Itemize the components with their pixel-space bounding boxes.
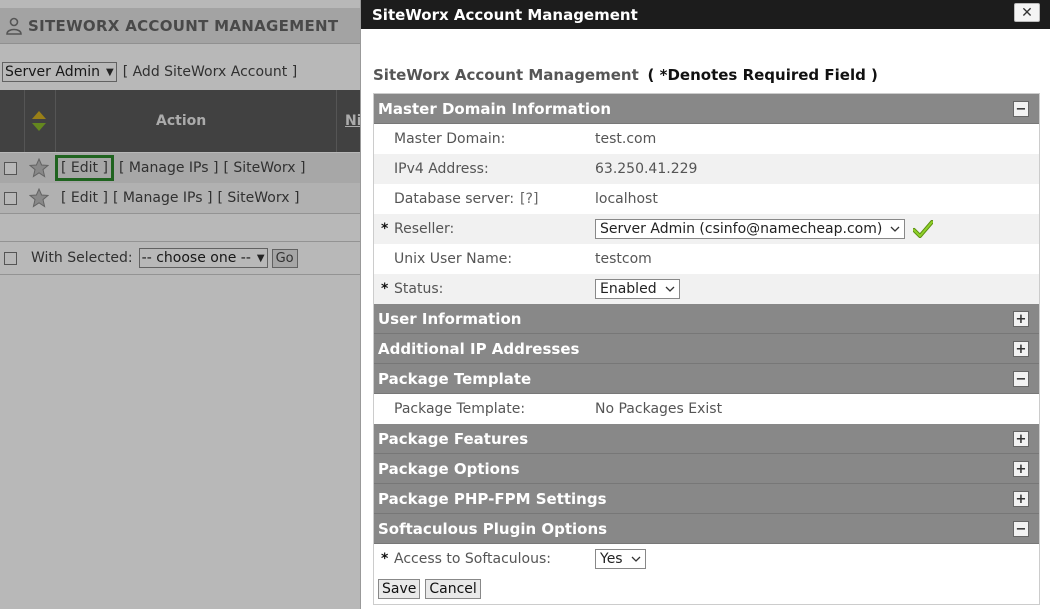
form-actions: Save Cancel bbox=[374, 574, 1039, 605]
section-title: User Information bbox=[378, 309, 522, 328]
status-row: * Status: Enabled bbox=[374, 274, 1039, 304]
save-button[interactable]: Save bbox=[378, 579, 421, 599]
database-server-label: Database server: bbox=[394, 191, 515, 207]
section-title: Package Features bbox=[378, 429, 529, 448]
unix-user-row: Unix User Name: testcom bbox=[374, 244, 1039, 274]
database-server-label-wrap: Database server: [?] bbox=[394, 191, 538, 207]
reseller-row: * Reseller: Server Admin (csinfo@nameche… bbox=[374, 214, 1039, 244]
collapse-icon[interactable]: − bbox=[1013, 521, 1029, 537]
reseller-select[interactable]: Server Admin (csinfo@namecheap.com) bbox=[595, 219, 906, 239]
database-server-value: localhost bbox=[595, 191, 658, 207]
status-select-value: Enabled bbox=[600, 281, 657, 297]
modal-titlebar: SiteWorx Account Management ✕ bbox=[361, 0, 1050, 29]
required-mark: * bbox=[381, 281, 389, 297]
account-form: Master Domain Information − Master Domai… bbox=[373, 93, 1040, 605]
softaculous-access-value: Yes bbox=[600, 551, 623, 567]
section-package-features[interactable]: Package Features + bbox=[374, 424, 1039, 454]
status-select[interactable]: Enabled bbox=[595, 279, 680, 299]
form-title: SiteWorx Account Management ( *Denotes R… bbox=[373, 66, 878, 84]
status-label: Status: bbox=[394, 281, 444, 297]
chevron-down-icon bbox=[890, 226, 900, 232]
required-note: ( *Denotes Required Field ) bbox=[647, 66, 878, 84]
section-title: Softaculous Plugin Options bbox=[378, 519, 608, 538]
section-additional-ip-addresses[interactable]: Additional IP Addresses + bbox=[374, 334, 1039, 364]
close-icon: ✕ bbox=[1021, 4, 1033, 21]
reseller-field: Server Admin (csinfo@namecheap.com) bbox=[595, 219, 934, 239]
unix-user-label: Unix User Name: bbox=[394, 251, 513, 267]
collapse-icon[interactable]: − bbox=[1013, 371, 1029, 387]
ipv4-label: IPv4 Address: bbox=[394, 161, 489, 177]
expand-icon[interactable]: + bbox=[1013, 431, 1029, 447]
expand-icon[interactable]: + bbox=[1013, 341, 1029, 357]
section-title: Package PHP-FPM Settings bbox=[378, 489, 607, 508]
close-button[interactable]: ✕ bbox=[1014, 3, 1040, 22]
chevron-down-icon bbox=[631, 556, 641, 562]
database-server-row: Database server: [?] localhost bbox=[374, 184, 1039, 214]
cancel-button[interactable]: Cancel bbox=[425, 579, 481, 599]
softaculous-access-select[interactable]: Yes bbox=[595, 549, 646, 569]
expand-icon[interactable]: + bbox=[1013, 461, 1029, 477]
section-title: Additional IP Addresses bbox=[378, 339, 580, 358]
reseller-select-value: Server Admin (csinfo@namecheap.com) bbox=[600, 221, 883, 237]
section-package-options[interactable]: Package Options + bbox=[374, 454, 1039, 484]
help-link[interactable]: [?] bbox=[520, 191, 538, 207]
section-package-template[interactable]: Package Template − bbox=[374, 364, 1039, 394]
section-title: Master Domain Information bbox=[378, 99, 612, 118]
softaculous-access-label: Access to Softaculous: bbox=[394, 551, 551, 567]
section-master-domain[interactable]: Master Domain Information − bbox=[374, 94, 1039, 124]
expand-icon[interactable]: + bbox=[1013, 311, 1029, 327]
collapse-icon[interactable]: − bbox=[1013, 101, 1029, 117]
expand-icon[interactable]: + bbox=[1013, 491, 1029, 507]
ipv4-value: 63.250.41.229 bbox=[595, 161, 698, 177]
ipv4-row: IPv4 Address: 63.250.41.229 bbox=[374, 154, 1039, 184]
softaculous-access-row: * Access to Softaculous: Yes bbox=[374, 544, 1039, 574]
section-php-fpm-settings[interactable]: Package PHP-FPM Settings + bbox=[374, 484, 1039, 514]
form-title-text: SiteWorx Account Management bbox=[373, 66, 639, 84]
section-title: Package Options bbox=[378, 459, 520, 478]
package-template-label: Package Template: bbox=[394, 401, 526, 417]
softaculous-access-field: Yes bbox=[595, 549, 646, 569]
master-domain-row: Master Domain: test.com bbox=[374, 124, 1039, 154]
unix-user-value: testcom bbox=[595, 251, 652, 267]
master-domain-value: test.com bbox=[595, 131, 657, 147]
section-user-information[interactable]: User Information + bbox=[374, 304, 1039, 334]
section-softaculous-options[interactable]: Softaculous Plugin Options − bbox=[374, 514, 1039, 544]
reseller-label: Reseller: bbox=[394, 221, 455, 237]
section-title: Package Template bbox=[378, 369, 532, 388]
checkmark-icon bbox=[913, 220, 934, 238]
package-template-row: Package Template: No Packages Exist bbox=[374, 394, 1039, 424]
siteworx-account-modal: SiteWorx Account Management ✕ SiteWorx A… bbox=[360, 0, 1050, 609]
status-field: Enabled bbox=[595, 279, 680, 299]
required-mark: * bbox=[381, 551, 389, 567]
chevron-down-icon bbox=[665, 286, 675, 292]
modal-title: SiteWorx Account Management bbox=[372, 5, 638, 24]
master-domain-label: Master Domain: bbox=[394, 131, 506, 147]
modal-backdrop[interactable] bbox=[0, 0, 360, 609]
required-mark: * bbox=[381, 221, 389, 237]
package-template-value: No Packages Exist bbox=[595, 401, 723, 417]
